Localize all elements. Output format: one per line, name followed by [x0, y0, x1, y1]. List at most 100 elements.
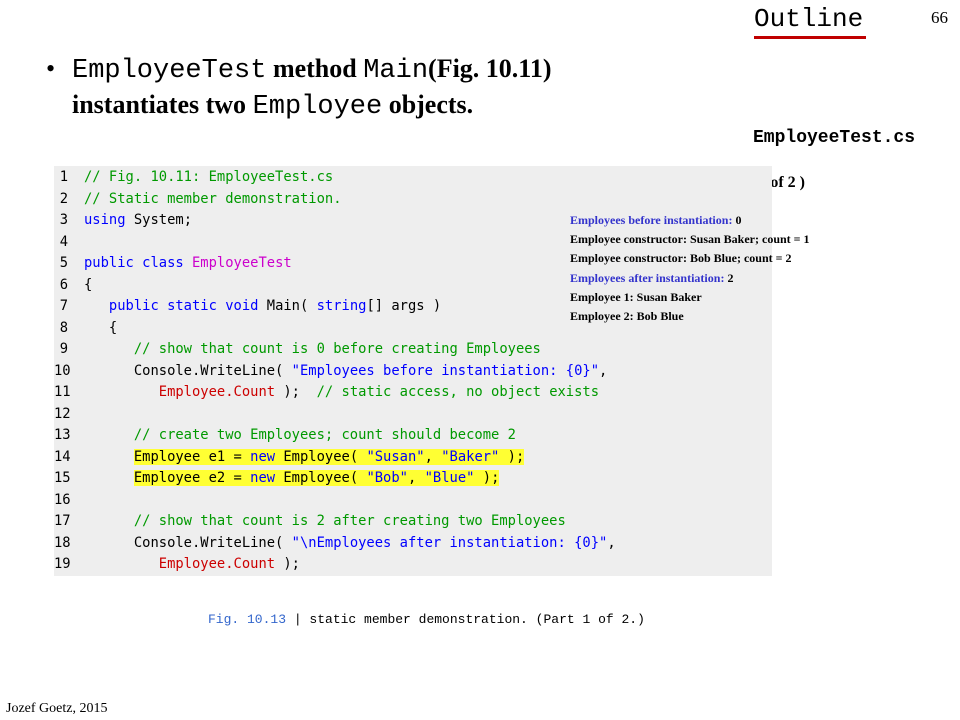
- code-token: [] args ): [366, 298, 442, 314]
- code-token: Console.WriteLine(: [84, 362, 292, 379]
- bullet-code-employeetest: EmployeeTest: [72, 56, 267, 86]
- bullet-text-part: (Fig. 10.11): [428, 54, 552, 83]
- code-token: public static void: [108, 298, 259, 314]
- bullet-symbol: •: [46, 54, 56, 83]
- code-token: Employee.Count: [158, 556, 276, 572]
- bullet-point: • EmployeeTest method Main(Fig. 10.11) i…: [46, 52, 666, 124]
- outline-underline: [754, 36, 866, 39]
- line-number: 11: [54, 384, 71, 400]
- code-text: // show that count is 2 after creating t…: [84, 511, 566, 533]
- code-token: Console.WriteLine(: [84, 534, 292, 551]
- output-line: Employees before instantiation: 0: [570, 211, 810, 230]
- code-line: 2 // Static member demonstration.: [54, 189, 772, 211]
- output-value: Employee 1: Susan Baker: [570, 289, 702, 304]
- bullet-text-part: method: [266, 54, 364, 83]
- code-token: using: [84, 212, 126, 228]
- code-token: // create two Employees; count should be…: [133, 427, 516, 443]
- code-token: "\nEmployees after instantiation: {0}": [291, 534, 608, 551]
- code-line: 17 // show that count is 2 after creatin…: [54, 511, 772, 533]
- code-token: ,: [424, 448, 442, 465]
- code-token: "Baker": [441, 448, 500, 465]
- code-text: Console.WriteLine( "Employees before ins…: [84, 361, 608, 383]
- code-line: 19 Employee.Count );: [54, 554, 772, 576]
- code-token: // show that count is 0 before creating …: [133, 341, 541, 357]
- line-number: 19: [54, 556, 71, 572]
- line-number: 2: [59, 190, 68, 207]
- line-number: 17: [54, 513, 71, 529]
- line-number: 18: [54, 534, 71, 551]
- code-token: // Fig. 10.11: EmployeeTest.cs: [84, 169, 334, 185]
- bullet-text-part: instantiates two: [72, 90, 253, 119]
- author-credit: Jozef Goetz, 2015: [6, 701, 108, 716]
- bullet-text: EmployeeTest method Main(Fig. 10.11) ins…: [46, 52, 666, 124]
- code-token: new: [250, 470, 276, 486]
- code-token: ,: [607, 534, 616, 551]
- code-token: );: [275, 556, 300, 572]
- output-line: Employee 2: Bob Blue: [570, 307, 810, 326]
- caption-separator: |: [286, 612, 310, 627]
- code-token: "Employees before instantiation: {0}": [291, 362, 600, 379]
- code-token: Employee e1 =: [133, 448, 251, 465]
- output-value: 0: [732, 213, 742, 227]
- line-number: 8: [59, 319, 68, 336]
- line-number: 5: [59, 255, 68, 271]
- code-token: string: [316, 298, 367, 314]
- output-value: Employee 2: Bob Blue: [570, 309, 684, 324]
- line-number: 4: [59, 233, 68, 250]
- code-text: // show that count is 0 before creating …: [84, 339, 541, 361]
- code-text: public class EmployeeTest: [84, 253, 292, 275]
- output-label: Employees before instantiation:: [570, 213, 733, 227]
- code-token: );: [474, 470, 500, 486]
- code-token: System;: [125, 212, 192, 228]
- code-line: 15 Employee e2 = new Employee( "Bob", "B…: [54, 468, 772, 490]
- code-line: 12: [54, 404, 772, 426]
- code-text: // Static member demonstration.: [84, 189, 342, 211]
- line-number: 14: [54, 448, 71, 465]
- code-token: Employee e2 =: [133, 470, 251, 486]
- bullet-text-part: objects.: [382, 90, 474, 119]
- line-number: 3: [59, 212, 68, 228]
- code-line: 14 Employee e1 = new Employee( "Susan", …: [54, 447, 772, 469]
- code-text: Console.WriteLine( "\nEmployees after in…: [84, 533, 616, 555]
- code-line: 16: [54, 490, 772, 512]
- caption-text: member demonstration. (Part 1 of 2.): [356, 612, 645, 627]
- code-line: 18 Console.WriteLine( "\nEmployees after…: [54, 533, 772, 555]
- outline-title: Outline: [754, 4, 864, 34]
- caption-keyword: static: [309, 612, 357, 627]
- code-token: new: [250, 448, 276, 465]
- line-number: 13: [54, 427, 71, 443]
- output-value: 2: [724, 270, 734, 285]
- bullet-code-employee: Employee: [252, 92, 383, 122]
- code-text: // create two Employees; count should be…: [84, 425, 516, 447]
- line-number: 9: [59, 341, 68, 357]
- code-token: // static access, no object exists: [316, 384, 600, 400]
- code-token: public class: [84, 255, 184, 271]
- code-line: 11 Employee.Count ); // static access, n…: [54, 382, 772, 404]
- code-token: {: [84, 319, 118, 336]
- code-token: Main(: [258, 298, 317, 314]
- output-line: Employee constructor: Bob Blue; count = …: [570, 249, 810, 268]
- code-token: "Blue": [424, 470, 475, 486]
- code-text: Employee e2 = new Employee( "Bob", "Blue…: [84, 468, 500, 490]
- code-token: "Susan": [366, 448, 425, 465]
- line-number: 1: [59, 169, 68, 185]
- code-text: {: [84, 318, 117, 340]
- code-token: "Bob": [366, 470, 408, 486]
- code-line: 9 // show that count is 0 before creatin…: [54, 339, 772, 361]
- code-token: {: [84, 276, 93, 293]
- bullet-code-main: Main: [363, 56, 429, 86]
- code-text: Employee.Count ); // static access, no o…: [84, 382, 599, 404]
- code-line: 10 Console.WriteLine( "Employees before …: [54, 361, 772, 383]
- line-number: 7: [59, 298, 68, 314]
- code-text: Employee.Count );: [84, 554, 300, 576]
- figure-caption: Fig. 10.13 | static member demonstration…: [208, 612, 645, 627]
- code-token: ,: [599, 362, 608, 379]
